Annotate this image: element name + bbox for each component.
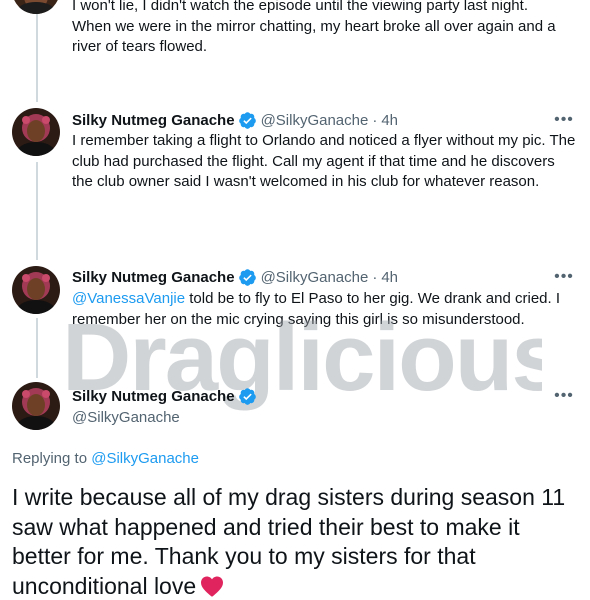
display-name[interactable]: Silky Nutmeg Ganache — [72, 112, 235, 129]
tweet-header: Silky Nutmeg Ganache @SilkyGanache · 4h — [72, 110, 398, 130]
handle[interactable]: @SilkyGanache — [261, 112, 369, 129]
separator-dot: · — [372, 111, 378, 129]
handle[interactable]: @SilkyGanache — [261, 269, 369, 286]
more-options-icon[interactable]: ••• — [554, 267, 574, 287]
red-heart-emoji-icon — [200, 575, 224, 597]
timestamp[interactable]: 4h — [381, 112, 398, 129]
separator-dot: · — [372, 268, 378, 286]
handle[interactable]: @SilkyGanache — [72, 409, 180, 426]
tweet-text: I remember taking a flight to Orlando an… — [72, 132, 576, 190]
display-name[interactable]: Silky Nutmeg Ganache — [72, 388, 235, 405]
prev-tweet-text: I won't lie, I didn't watch the episode … — [72, 0, 577, 58]
display-name[interactable]: Silky Nutmeg Ganache — [72, 269, 235, 286]
avatar-image — [12, 382, 60, 430]
more-options-icon[interactable]: ••• — [554, 386, 574, 406]
main-tweet-body: I write because all of my drag sisters d… — [12, 484, 566, 599]
thread-line-top — [36, 0, 38, 102]
verified-badge-icon — [238, 111, 257, 130]
replying-handle-link[interactable]: @SilkyGanache — [91, 450, 199, 467]
main-tweet-handle-row: @SilkyGanache — [72, 407, 180, 427]
mention-link[interactable]: @VanessaVanjie — [72, 290, 185, 307]
replying-to: Replying to @SilkyGanache — [12, 450, 199, 467]
avatar[interactable] — [12, 382, 60, 430]
avatar-image — [12, 266, 60, 314]
timestamp[interactable]: 4h — [381, 269, 398, 286]
verified-badge-icon — [238, 268, 257, 287]
avatar[interactable] — [12, 266, 60, 314]
prev-tweet-line1: I won't lie, I didn't watch the episode … — [72, 0, 528, 14]
replying-prefix: Replying to — [12, 450, 92, 467]
main-tweet-text: I write because all of my drag sisters d… — [12, 483, 582, 600]
tweet-header: Silky Nutmeg Ganache @SilkyGanache · 4h — [72, 267, 398, 287]
more-options-icon[interactable]: ••• — [554, 110, 574, 130]
thread-line-middle — [36, 162, 38, 260]
tweet-text: @VanessaVanjie told be to fly to El Paso… — [72, 289, 577, 330]
avatar[interactable] — [12, 108, 60, 156]
prev-tweet-line2: When we were in the mirror chatting, my … — [72, 17, 556, 35]
thread-line-lower — [36, 318, 38, 378]
avatar-top-partial[interactable] — [12, 0, 60, 14]
prev-tweet-line3: river of tears flowed. — [72, 38, 208, 55]
avatar-image — [12, 108, 60, 156]
main-tweet-header: Silky Nutmeg Ganache — [72, 386, 257, 406]
verified-badge-icon — [238, 387, 257, 406]
avatar-image — [12, 0, 60, 14]
